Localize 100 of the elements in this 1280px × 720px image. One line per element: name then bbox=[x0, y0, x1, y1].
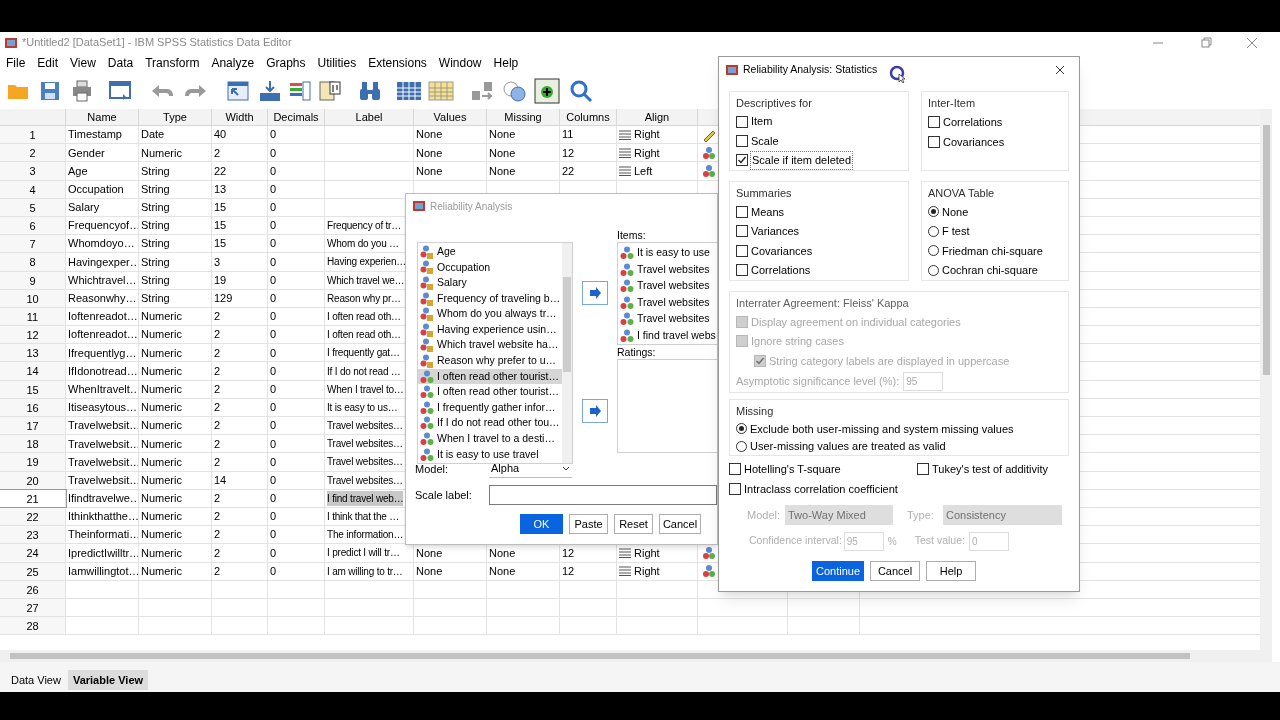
checkbox-label[interactable]: Intraclass correlation coefficient bbox=[744, 480, 898, 498]
checkbox[interactable] bbox=[736, 115, 748, 128]
dialog-button[interactable]: OK bbox=[520, 514, 563, 534]
checkbox[interactable] bbox=[736, 154, 748, 167]
move-arrow-button[interactable] bbox=[582, 281, 608, 305]
radio-label[interactable]: Friedman chi-square bbox=[942, 242, 1043, 259]
row-number[interactable]: 3 bbox=[0, 162, 66, 180]
radio-label[interactable]: F test bbox=[942, 223, 970, 240]
menu-item[interactable]: Utilities bbox=[311, 54, 363, 72]
dialog-button[interactable]: Paste bbox=[569, 514, 608, 534]
list-item[interactable]: Occupation bbox=[418, 259, 562, 276]
view-tab[interactable]: Variable View bbox=[67, 670, 149, 690]
print-icon[interactable] bbox=[70, 79, 94, 103]
menu-item[interactable]: Transform bbox=[139, 54, 206, 72]
column-header[interactable]: Columns bbox=[560, 109, 617, 125]
view-tab[interactable]: Data View bbox=[6, 670, 66, 690]
menu-item[interactable]: Help bbox=[487, 54, 525, 72]
list-item[interactable]: Travel websites bbox=[637, 311, 710, 328]
menu-item[interactable]: File bbox=[0, 54, 32, 72]
list-item[interactable]: Reason why prefer to u… bbox=[418, 353, 562, 369]
column-header[interactable]: Decimals bbox=[268, 109, 325, 125]
row-number[interactable]: 19 bbox=[0, 453, 66, 471]
list-item[interactable]: Whom do you always tr… bbox=[418, 306, 562, 322]
column-header[interactable]: Type bbox=[139, 109, 212, 125]
list-item[interactable]: It is easy to use bbox=[637, 245, 710, 262]
checkbox[interactable] bbox=[736, 205, 748, 218]
row-number[interactable]: 8 bbox=[0, 253, 66, 271]
dialog-button[interactable]: Help bbox=[926, 561, 976, 581]
row-number[interactable]: 12 bbox=[0, 326, 66, 344]
binoculars-icon[interactable] bbox=[358, 79, 382, 103]
list-item[interactable]: Travel websites bbox=[637, 278, 710, 295]
checkbox-label[interactable]: Item bbox=[751, 113, 773, 130]
checkbox-label[interactable]: Correlations bbox=[943, 113, 1003, 131]
list-item[interactable]: Age bbox=[418, 244, 562, 260]
checkbox-label[interactable]: Tukey's test of additivity bbox=[932, 460, 1048, 478]
list-item[interactable]: Travel websites bbox=[637, 261, 710, 278]
list-item[interactable]: I often read other tourist… bbox=[418, 368, 562, 385]
radio-label[interactable]: None bbox=[942, 203, 969, 220]
checkbox-label[interactable]: Covariances bbox=[751, 242, 813, 259]
radio-label[interactable]: Exclude both user-missing and system missing values bbox=[750, 420, 1014, 437]
radio-label[interactable]: Cochran chi-square bbox=[942, 262, 1038, 279]
checkbox[interactable] bbox=[736, 264, 748, 277]
image-plus-icon[interactable] bbox=[534, 78, 560, 104]
menu-item[interactable]: Window bbox=[432, 54, 488, 72]
menu-item[interactable]: Analyze bbox=[205, 54, 261, 72]
model-dropdown[interactable]: Alpha bbox=[489, 460, 572, 478]
column-header[interactable]: Width bbox=[212, 109, 268, 125]
list-item[interactable]: Salary bbox=[418, 275, 562, 291]
list-item[interactable]: If I do not read other tou… bbox=[418, 415, 562, 432]
list-item[interactable]: Having experience usin… bbox=[418, 321, 562, 338]
checkbox[interactable] bbox=[729, 463, 741, 475]
table-down-icon[interactable] bbox=[258, 79, 282, 103]
horizontal-scrollbar[interactable] bbox=[0, 650, 1272, 662]
variable-list[interactable] bbox=[417, 242, 573, 464]
items-list[interactable]: It is easy to use Travel websites Travel websites Travel websites Travel websites I find travel webs bbox=[617, 242, 717, 345]
checkbox[interactable] bbox=[736, 225, 748, 238]
list-item[interactable]: It is easy to use travel bbox=[418, 446, 562, 463]
checkbox-label[interactable]: Variances bbox=[751, 223, 800, 240]
search-icon[interactable] bbox=[568, 78, 594, 104]
row-number[interactable]: 23 bbox=[0, 526, 66, 544]
dialog-button[interactable]: Reset bbox=[614, 514, 653, 534]
checkbox[interactable] bbox=[729, 483, 741, 495]
row-number[interactable]: 7 bbox=[0, 235, 66, 253]
radio-label[interactable]: User-missing values are treated as valid bbox=[750, 438, 946, 455]
menu-item[interactable]: Data bbox=[101, 54, 140, 72]
checkbox[interactable] bbox=[917, 463, 929, 475]
column-header[interactable]: Label bbox=[325, 109, 414, 125]
column-header[interactable]: Values bbox=[414, 109, 487, 125]
list-item[interactable]: I find travel webs bbox=[637, 327, 716, 344]
row-number[interactable]: 1 bbox=[0, 126, 66, 144]
checkbox-label[interactable]: Means bbox=[751, 203, 785, 220]
list-item[interactable]: Travel websites bbox=[637, 294, 710, 311]
text-field[interactable] bbox=[489, 485, 717, 505]
row-number[interactable]: 17 bbox=[0, 417, 66, 435]
checkbox[interactable] bbox=[928, 116, 940, 128]
table-column-icon[interactable] bbox=[318, 79, 342, 103]
list-item[interactable]: I frequently gather infor… bbox=[418, 399, 562, 416]
menu-item[interactable]: View bbox=[64, 54, 102, 72]
close-icon[interactable] bbox=[1055, 65, 1065, 75]
checkbox-label[interactable]: Scale if item deleted bbox=[751, 152, 853, 169]
move-arrow-button[interactable] bbox=[582, 399, 608, 423]
dialog-icon[interactable] bbox=[108, 79, 132, 103]
table-icon[interactable] bbox=[396, 79, 422, 103]
checkbox[interactable] bbox=[736, 244, 748, 257]
circles-icon[interactable] bbox=[502, 79, 528, 103]
row-number[interactable]: 24 bbox=[0, 544, 66, 562]
checkbox-label[interactable]: Covariances bbox=[943, 133, 1005, 151]
list-item[interactable]: I often read other tourist… bbox=[418, 384, 562, 400]
menu-item[interactable]: Edit bbox=[31, 54, 65, 72]
colored-bars-icon[interactable] bbox=[288, 79, 312, 103]
row-number[interactable]: 18 bbox=[0, 435, 66, 453]
list-item[interactable]: Frequency of traveling b… bbox=[418, 290, 562, 307]
dialog-button[interactable]: Cancel bbox=[870, 561, 920, 581]
checkbox-label[interactable]: Scale bbox=[751, 132, 779, 150]
row-number[interactable]: 14 bbox=[0, 362, 66, 380]
checkbox[interactable] bbox=[928, 136, 940, 148]
vertical-scrollbar[interactable] bbox=[1260, 109, 1272, 650]
column-header[interactable]: Name bbox=[66, 109, 139, 125]
row-number[interactable]: 28 bbox=[0, 617, 66, 635]
menu-item[interactable]: Extensions bbox=[362, 54, 433, 72]
